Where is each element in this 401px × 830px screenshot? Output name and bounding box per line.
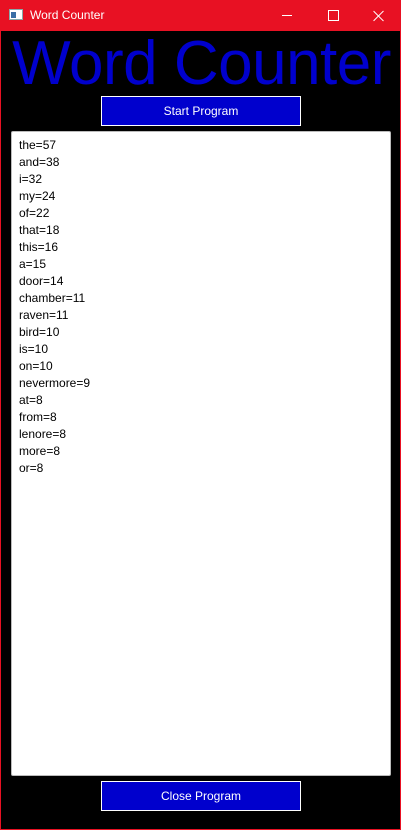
word-count-item: chamber=11 (19, 291, 86, 305)
word-count-item: from=8 (19, 410, 57, 424)
word-count-item: of=22 (19, 206, 50, 220)
minimize-button[interactable] (264, 0, 310, 31)
word-count-item: and=38 (19, 155, 60, 169)
word-count-item: or=8 (19, 461, 44, 475)
word-count-item: my=24 (19, 189, 56, 203)
maximize-icon (327, 10, 339, 21)
word-count-item: is=10 (19, 342, 49, 356)
results-textbox[interactable]: the=57 and=38 i=32 my=24 of=22 that=18 this=16… (11, 131, 391, 776)
start-program-button[interactable]: Start Program (101, 96, 301, 126)
close-program-button[interactable]: Close Program (101, 781, 301, 811)
minimize-icon (282, 15, 292, 16)
word-count-item: bird=10 (19, 325, 60, 339)
close-window-button[interactable] (356, 0, 400, 31)
word-count-item: door=14 (19, 274, 64, 288)
app-heading: Word Counter (12, 29, 391, 98)
window-title: Word Counter (30, 8, 105, 22)
word-count-list: the=57 and=38 i=32 my=24 of=22 that=18 this=16… (19, 137, 383, 477)
word-count-item: on=10 (19, 359, 53, 373)
word-count-item: i=32 (19, 172, 43, 186)
word-count-item: nevermore=9 (19, 376, 91, 390)
maximize-button[interactable] (310, 0, 356, 31)
word-count-item: a=15 (19, 257, 47, 271)
word-count-item: that=18 (19, 223, 60, 237)
word-count-item: lenore=8 (19, 427, 67, 441)
word-count-item: more=8 (19, 444, 61, 458)
app-window: Word Counter Word Counter Start Program … (0, 0, 401, 830)
word-count-item: at=8 (19, 393, 43, 407)
word-count-item: the=57 (19, 138, 57, 152)
word-count-item: raven=11 (19, 308, 69, 322)
word-count-item: this=16 (19, 240, 59, 254)
app-window-icon (9, 9, 23, 20)
close-icon (373, 10, 385, 22)
title-bar[interactable]: Word Counter (1, 0, 400, 31)
